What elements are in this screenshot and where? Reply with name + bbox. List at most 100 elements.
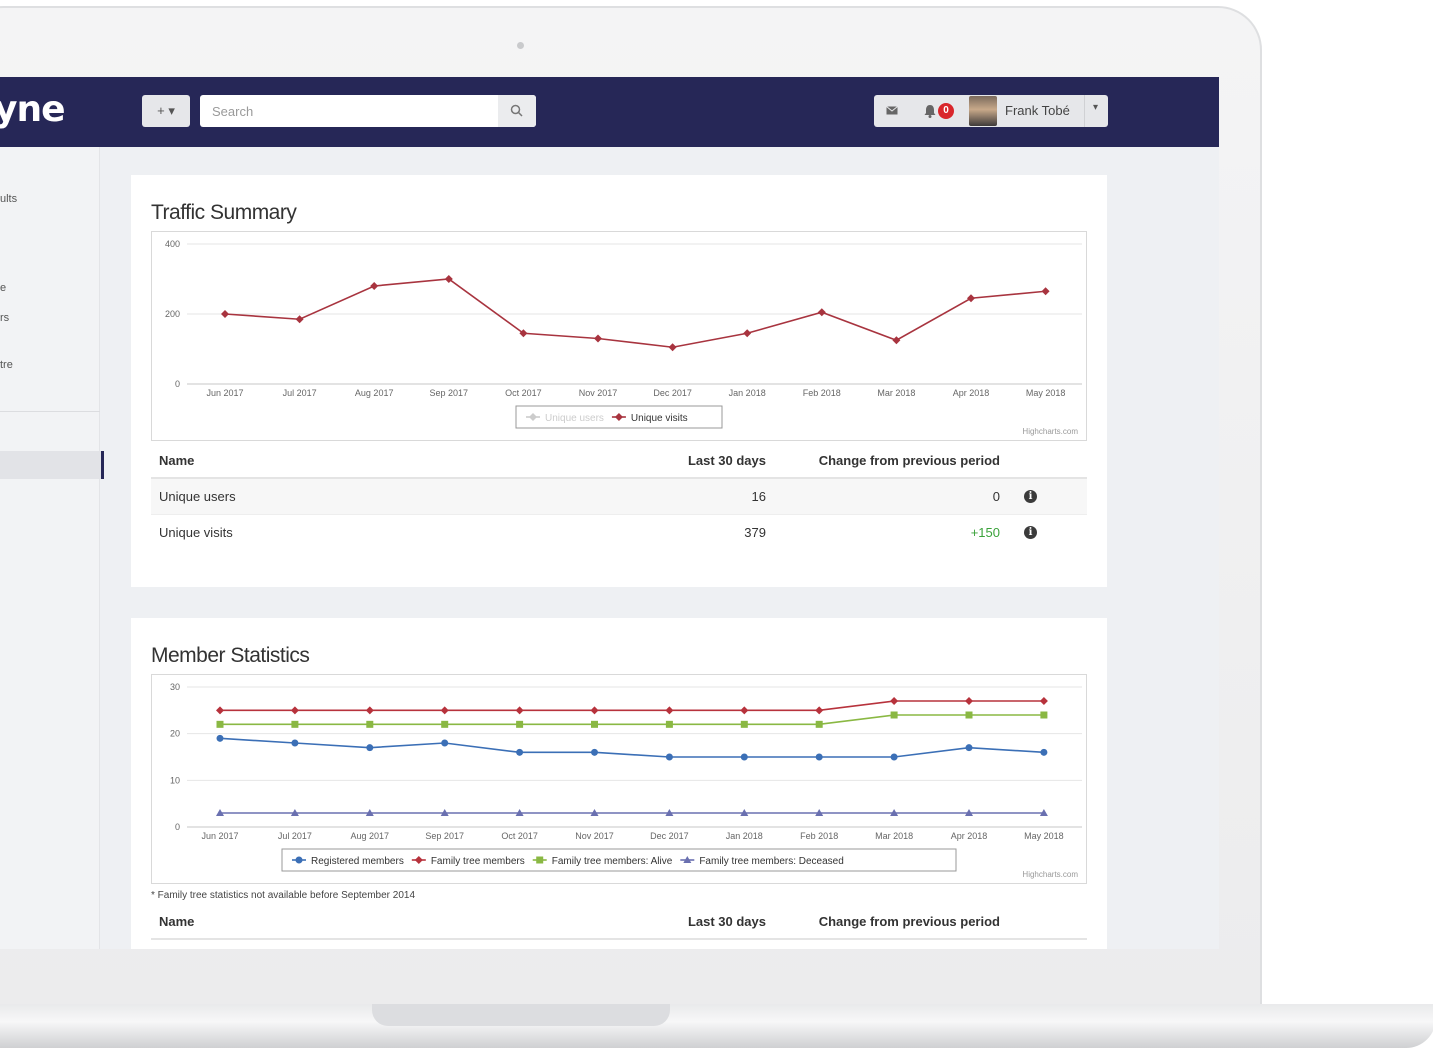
data-point (1040, 711, 1048, 719)
data-point (370, 282, 379, 290)
x-tick-label: Sep 2017 (430, 388, 469, 398)
legend-label: Family tree members: Alive (552, 856, 673, 867)
data-point (216, 720, 224, 728)
x-tick-label: May 2018 (1026, 388, 1066, 398)
laptop-notch (372, 1004, 670, 1026)
chevron-down-icon: ▾ (1093, 102, 1099, 113)
info-icon[interactable]: i (1024, 526, 1037, 539)
table-row: Unique visits 379 +150 i (151, 515, 1087, 551)
chart-credit: Highcharts.com (1022, 427, 1078, 436)
data-point (1041, 287, 1050, 296)
sidebar-item-1[interactable]: ults (0, 193, 17, 205)
data-point (440, 706, 449, 715)
x-tick-label: Dec 2017 (650, 831, 689, 841)
data-point (817, 308, 826, 317)
traffic-summary-panel: Traffic Summary 0 200 400 Jun 2017 Jul 2017 A… (131, 175, 1107, 587)
data-point (591, 748, 598, 756)
legend-label: Registered members (311, 856, 404, 867)
legend-label: Family tree members: Deceased (699, 856, 844, 867)
x-tick-label: Sep 2017 (425, 831, 464, 841)
row-name: Unique visits (159, 525, 233, 540)
user-menu-dropdown[interactable]: ▾ (1084, 95, 1108, 127)
member-statistics-panel: Member Statistics 0 10 20 30 Jun 2017 Jul 201… (131, 618, 1107, 949)
data-point (965, 697, 973, 705)
laptop-base (0, 1004, 1433, 1048)
traffic-table-header: Name Last 30 days Change from previous p… (151, 443, 1087, 479)
camera-icon (517, 42, 524, 49)
top-navbar: yne + ▾ 0 Frank Tobé ▾ (0, 77, 1219, 147)
info-icon[interactable]: i (1024, 490, 1037, 503)
x-tick-label: Dec 2017 (653, 388, 692, 398)
x-tick-label: Oct 2017 (501, 831, 538, 841)
x-tick-label: Mar 2018 (877, 388, 915, 398)
series-line (219, 737, 1044, 758)
data-point (967, 294, 975, 303)
notification-badge: 0 (938, 103, 954, 119)
data-point (295, 315, 304, 324)
row-last-30-days: 16 (751, 489, 766, 504)
search-icon[interactable] (498, 95, 536, 127)
row-name: Unique users (159, 489, 236, 504)
app-logo[interactable]: yne (0, 89, 66, 130)
data-point (221, 310, 229, 318)
footnote: * Family tree statistics not available b… (151, 890, 416, 901)
legend-label: Unique users (545, 413, 604, 424)
x-tick-label: Nov 2017 (579, 388, 618, 398)
user-toolbar: 0 Frank Tobé ▾ (874, 95, 1108, 127)
data-point (590, 706, 599, 715)
sidebar: ults e rs tre (0, 147, 104, 949)
data-point (743, 329, 752, 338)
data-point (890, 753, 898, 761)
data-point (665, 720, 673, 728)
series-line (220, 700, 1044, 712)
add-button[interactable]: + ▾ (142, 95, 190, 127)
legend-label: Family tree members (431, 856, 525, 867)
y-tick-label: 200 (165, 309, 180, 319)
data-point (740, 753, 748, 761)
sidebar-item-active[interactable] (0, 451, 104, 479)
x-tick-label: Jan 2018 (726, 831, 763, 841)
sidebar-divider (0, 411, 100, 412)
data-point (365, 706, 374, 715)
mail-icon[interactable] (874, 95, 910, 127)
row-change: +150 (970, 525, 1000, 540)
member-chart-svg: 0 10 20 30 Jun 2017 Jul 2017 Aug 2017 Sep 2017 O… (170, 682, 1082, 879)
header-change: Change from previous period (818, 914, 1000, 929)
x-tick-label: Jun 2017 (206, 388, 243, 398)
y-tick-label: 20 (170, 729, 180, 739)
avatar[interactable] (969, 96, 997, 126)
sidebar-item-5[interactable]: tre (0, 359, 13, 371)
data-point (965, 744, 973, 752)
data-point (1040, 748, 1048, 756)
x-tick-label: Jan 2018 (729, 388, 766, 398)
data-point (515, 706, 524, 715)
header-change: Change from previous period (818, 453, 1000, 468)
row-last-30-days: 379 (744, 525, 766, 540)
data-point (291, 739, 299, 747)
header-last-30-days: Last 30 days (687, 914, 766, 929)
legend-label: Unique visits (631, 413, 688, 424)
data-point (291, 720, 299, 728)
search-input[interactable] (200, 95, 496, 127)
member-table-header: Name Last 30 days Change from previous p… (151, 904, 1087, 940)
series-line (224, 278, 1046, 349)
data-point (366, 720, 374, 728)
data-point (1039, 697, 1048, 705)
x-tick-label: Oct 2017 (505, 388, 542, 398)
y-tick-label: 10 (170, 775, 180, 785)
user-name[interactable]: Frank Tobé (1005, 103, 1070, 118)
data-point (892, 336, 901, 345)
data-point (516, 720, 524, 728)
data-point (516, 748, 524, 756)
sidebar-item-3[interactable]: e (0, 282, 6, 294)
traffic-chart: 0 200 400 Jun 2017 Jul 2017 Aug 2017 Sep 2017 O… (151, 231, 1087, 441)
sidebar-item-4[interactable]: rs (0, 312, 9, 324)
member-chart: 0 10 20 30 Jun 2017 Jul 2017 Aug 2017 Sep 2017 O… (151, 674, 1087, 884)
screen: yne + ▾ 0 Frank Tobé ▾ ults e rs tre (0, 77, 1219, 949)
legend-marker (536, 856, 544, 864)
data-point (216, 734, 224, 742)
table-row: Unique users 16 0 i (151, 479, 1087, 515)
y-tick-label: 30 (170, 682, 180, 692)
x-tick-label: Jul 2017 (283, 388, 317, 398)
x-tick-label: Aug 2017 (351, 831, 390, 841)
